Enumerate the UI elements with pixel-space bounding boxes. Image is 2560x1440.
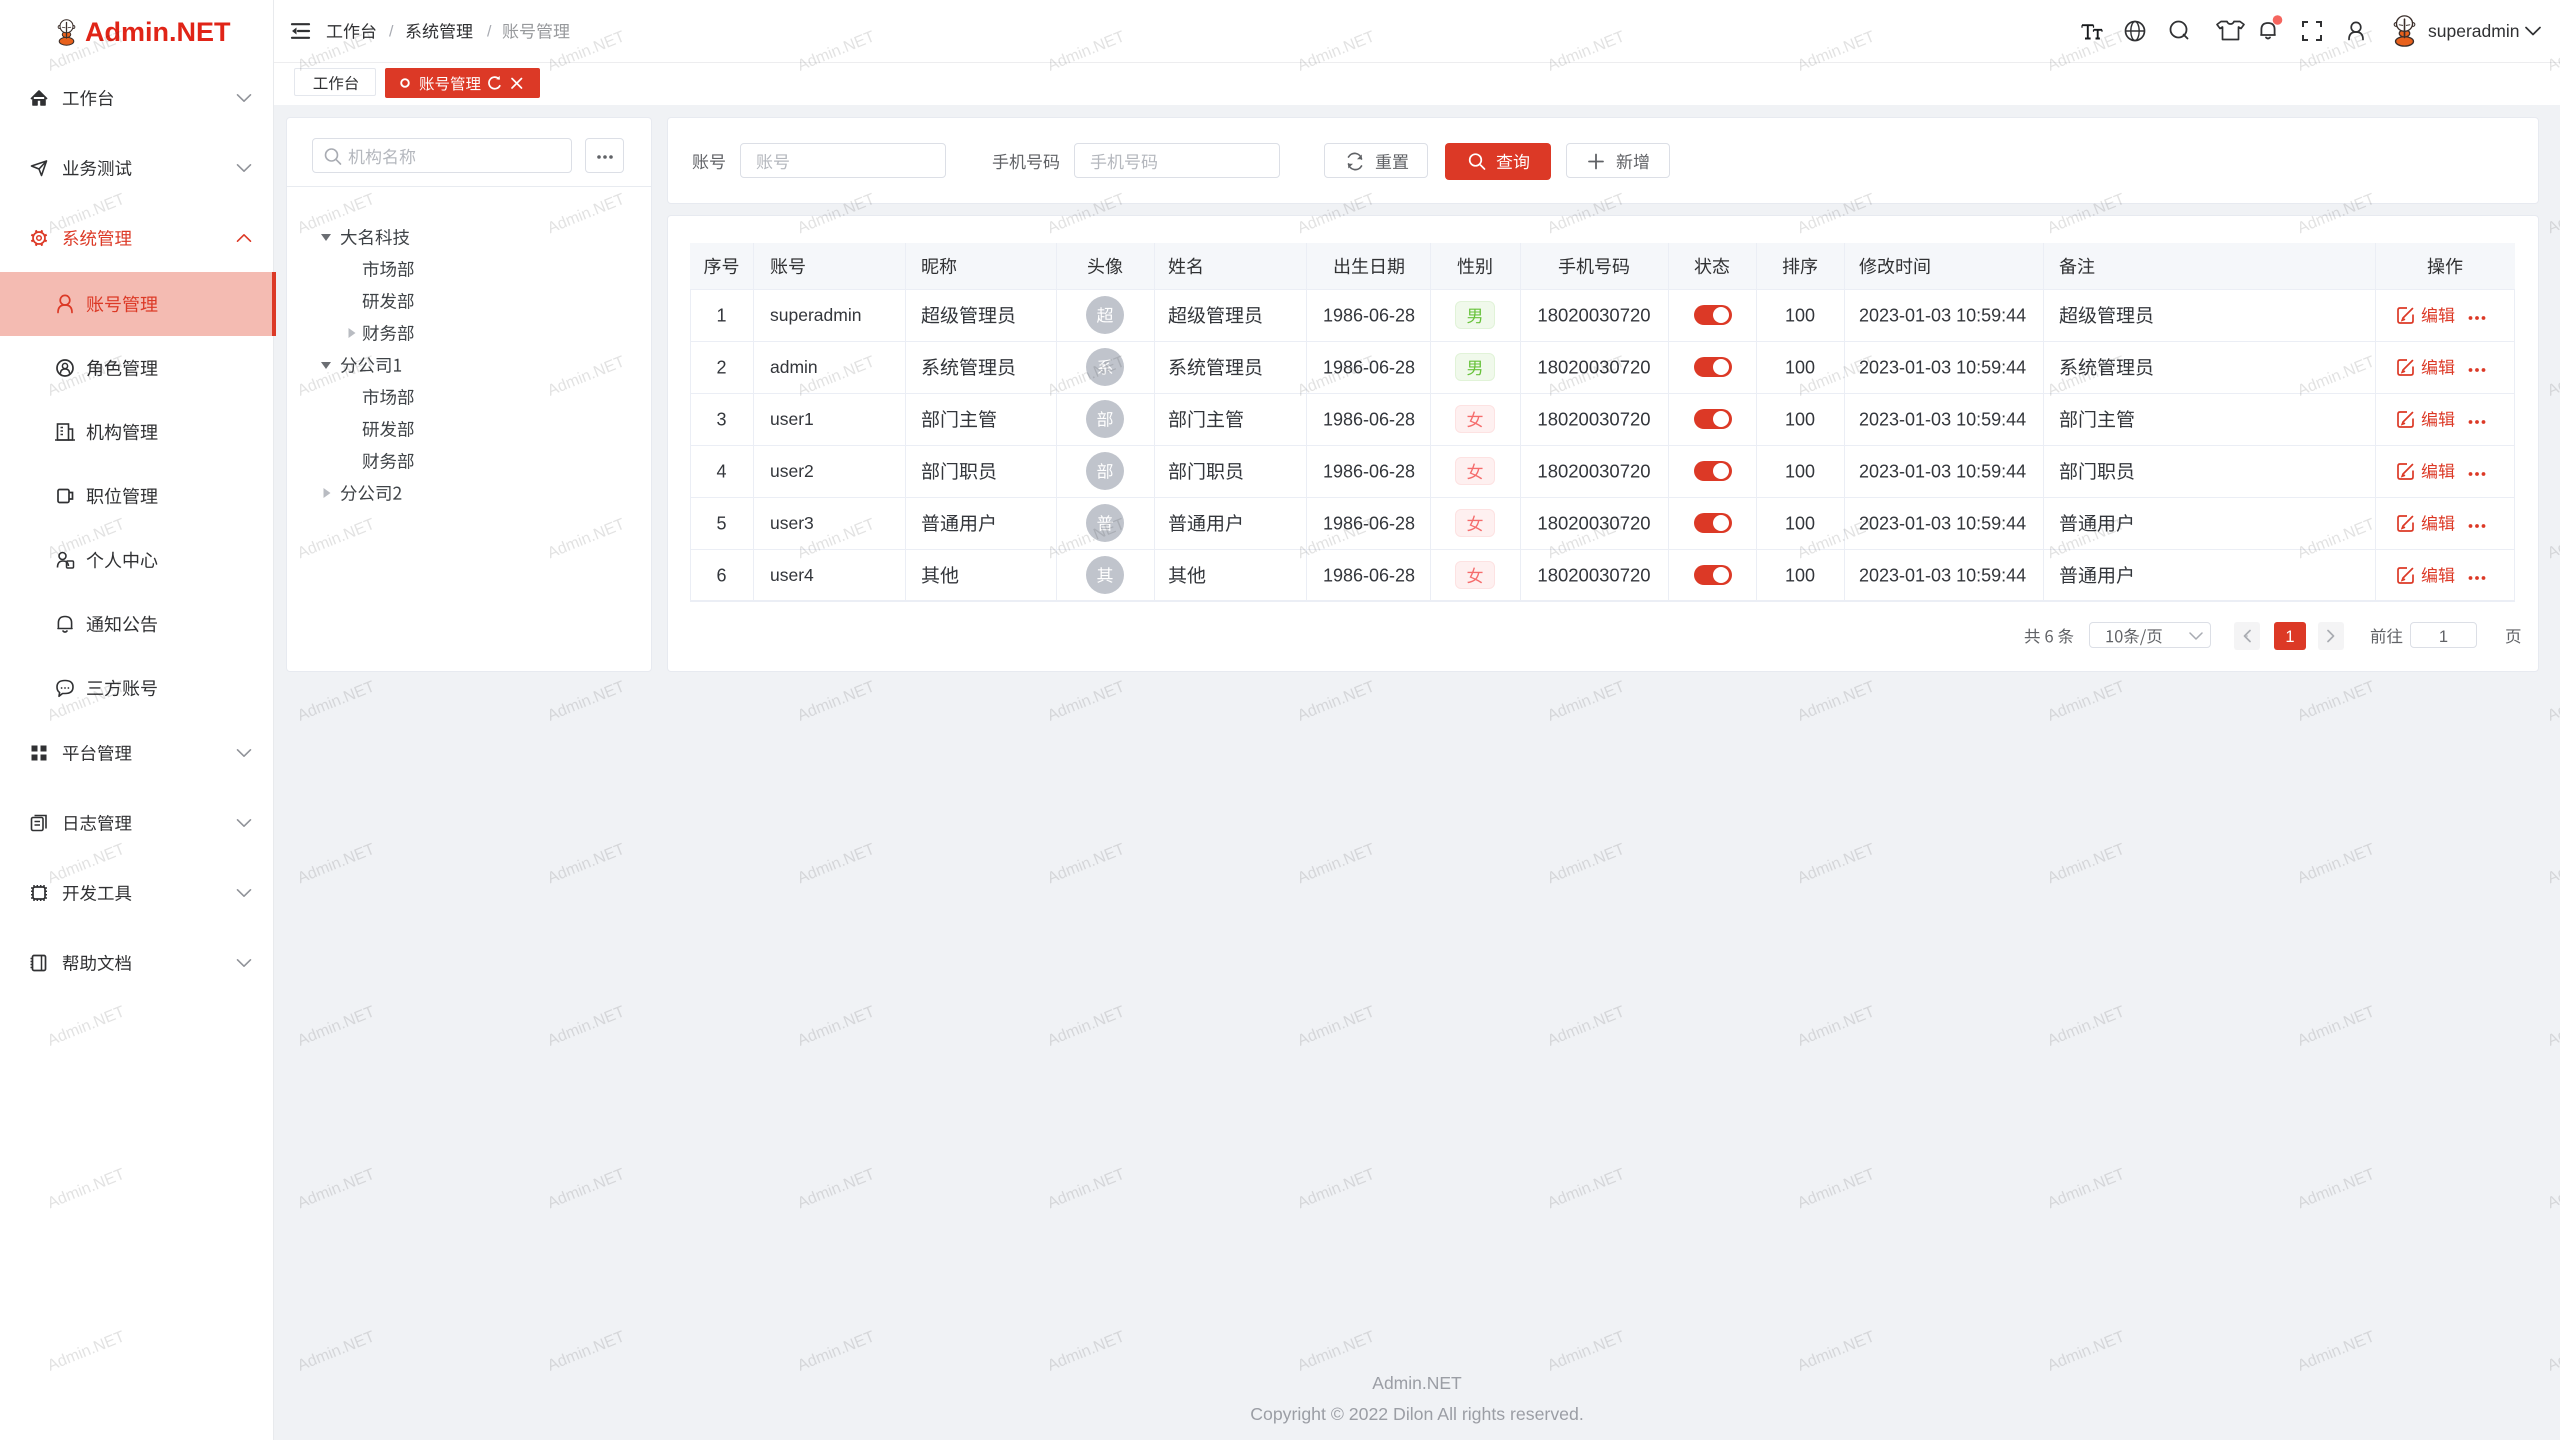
svg-text:Admin.NET: Admin.NET xyxy=(1372,1373,1462,1393)
svg-text:Copyright © 2022 Dilon All rig: Copyright © 2022 Dilon All rights reserv… xyxy=(1250,1404,1584,1424)
